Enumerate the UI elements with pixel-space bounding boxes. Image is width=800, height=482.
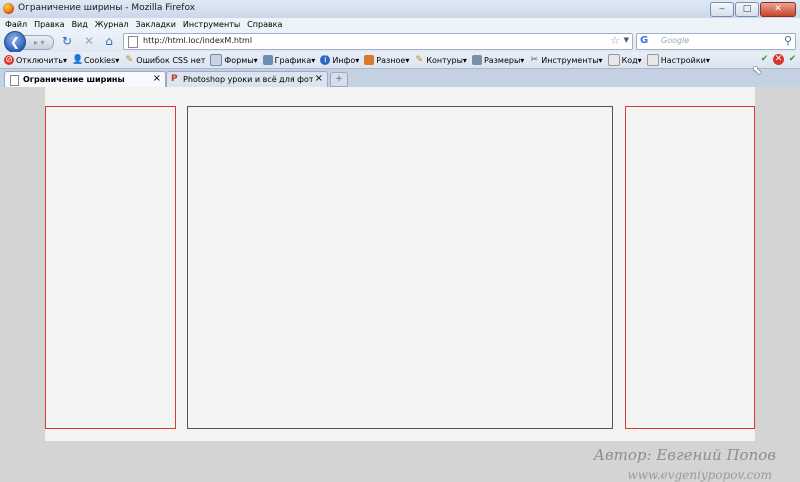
menu-tools[interactable]: Инструменты (183, 20, 240, 29)
tools-icon: ✂ (530, 55, 539, 65)
devtool-info[interactable]: i Инфо ▾ (320, 55, 359, 65)
window-title: Ограничение ширины - Mozilla Firefox (18, 3, 196, 13)
devtool-cookies[interactable]: 👤 Cookies ▾ (72, 55, 119, 65)
search-placeholder: Google (661, 36, 690, 45)
close-window-button[interactable]: ✕ (760, 2, 796, 17)
menu-file[interactable]: Файл (5, 20, 27, 29)
disable-icon: ⊘ (4, 55, 14, 65)
menu-edit[interactable]: Правка (34, 20, 64, 29)
tab-close-icon[interactable]: × (153, 73, 161, 84)
devtool-disable[interactable]: ⊘ Отключить ▾ (4, 55, 67, 65)
devtool-images[interactable]: Графика ▾ (262, 55, 315, 65)
page-icon (128, 36, 138, 48)
site-favicon-icon: P (171, 74, 178, 84)
page-icon (10, 75, 19, 86)
info-icon: i (320, 55, 331, 65)
window-title-bar: Ограничение ширины - Mozilla Firefox ‒ □… (0, 0, 800, 19)
address-url: http://html.loc/indexM.html (143, 36, 253, 45)
firefox-icon (3, 3, 14, 14)
error-icon[interactable]: ✕ (773, 54, 784, 65)
devtool-outline[interactable]: ✎ Контуры ▾ (414, 55, 467, 65)
left-column (45, 106, 176, 429)
minimize-button[interactable]: ‒ (710, 2, 734, 17)
tab-width-limit[interactable]: Ограничение ширины × (4, 71, 166, 88)
settings-icon (646, 54, 659, 66)
home-icon[interactable]: ⌂ (102, 34, 116, 48)
menu-history[interactable]: Журнал (95, 20, 129, 29)
tab-strip: Ограничение ширины × P Photoshop уроки и… (0, 68, 800, 88)
search-icon[interactable]: ⚲ (784, 34, 792, 47)
pencil-icon: ✎ (125, 55, 134, 65)
image-icon (262, 55, 273, 65)
devtool-source[interactable]: Код ▾ (607, 54, 642, 66)
stop-icon[interactable]: ✕ (82, 34, 96, 48)
right-column (625, 106, 755, 429)
form-icon (210, 54, 223, 66)
menu-bookmarks[interactable]: Закладки (135, 20, 175, 29)
checkmark-icon[interactable]: ✔ (787, 54, 798, 65)
author-watermark: Автор: Евгений Попов (593, 446, 776, 464)
person-icon: 👤 (71, 55, 84, 65)
menu-view[interactable]: Вид (72, 20, 88, 29)
devtool-forms[interactable]: Формы ▾ (210, 54, 258, 66)
devtool-css-errors[interactable]: ✎ Ошибок CSS нет (124, 55, 206, 65)
navigation-toolbar: ▸ ▾ ❮ ↻ ✕ ⌂ http://html.loc/indexM.html … (0, 30, 800, 53)
misc-icon (364, 55, 375, 65)
back-button[interactable]: ❮ (4, 31, 26, 53)
tab-close-icon[interactable]: × (315, 73, 323, 84)
google-icon[interactable]: G (640, 35, 648, 46)
web-developer-toolbar: ⊘ Отключить ▾ 👤 Cookies ▾ ✎ Ошибок CSS нет Фо… (0, 52, 800, 68)
maximize-button[interactable]: □ (735, 2, 759, 17)
devtool-resize[interactable]: Размеры ▾ (471, 55, 524, 65)
window-controls: ‒ □ ✕ (710, 2, 796, 17)
center-column (187, 106, 613, 429)
outline-icon: ✎ (415, 55, 424, 65)
reload-icon[interactable]: ↻ (60, 34, 74, 48)
menu-bar: Файл Правка Вид Журнал Закладки Инструме… (0, 18, 800, 30)
menu-help[interactable]: Справка (247, 20, 282, 29)
tab-photoshop[interactable]: P Photoshop уроки и всё для фотош... × (166, 71, 328, 87)
size-icon (471, 55, 482, 65)
address-bar[interactable]: http://html.loc/indexM.html ☆ ▼ (123, 33, 633, 50)
mouse-cursor-icon: ⬉ (752, 63, 763, 77)
devtool-options[interactable]: Настройки ▾ (646, 54, 710, 66)
page-wrapper (45, 87, 755, 441)
code-icon (607, 54, 620, 66)
search-box[interactable]: G Google ⚲ (636, 33, 796, 50)
forward-button[interactable]: ▸ ▾ (22, 35, 54, 50)
devtool-tools[interactable]: ✂ Инструменты ▾ (529, 55, 603, 65)
devtool-misc[interactable]: Разное ▾ (364, 55, 409, 65)
chevron-down-icon[interactable]: ▼ (624, 36, 629, 44)
devtool-status: ✔ ✕ ✔ (759, 54, 798, 65)
bookmark-star-icon[interactable]: ☆ (610, 34, 620, 47)
page-viewport: Автор: Евгений Попов www.evgeniypopov.co… (0, 87, 800, 482)
new-tab-button[interactable]: + (330, 72, 348, 87)
